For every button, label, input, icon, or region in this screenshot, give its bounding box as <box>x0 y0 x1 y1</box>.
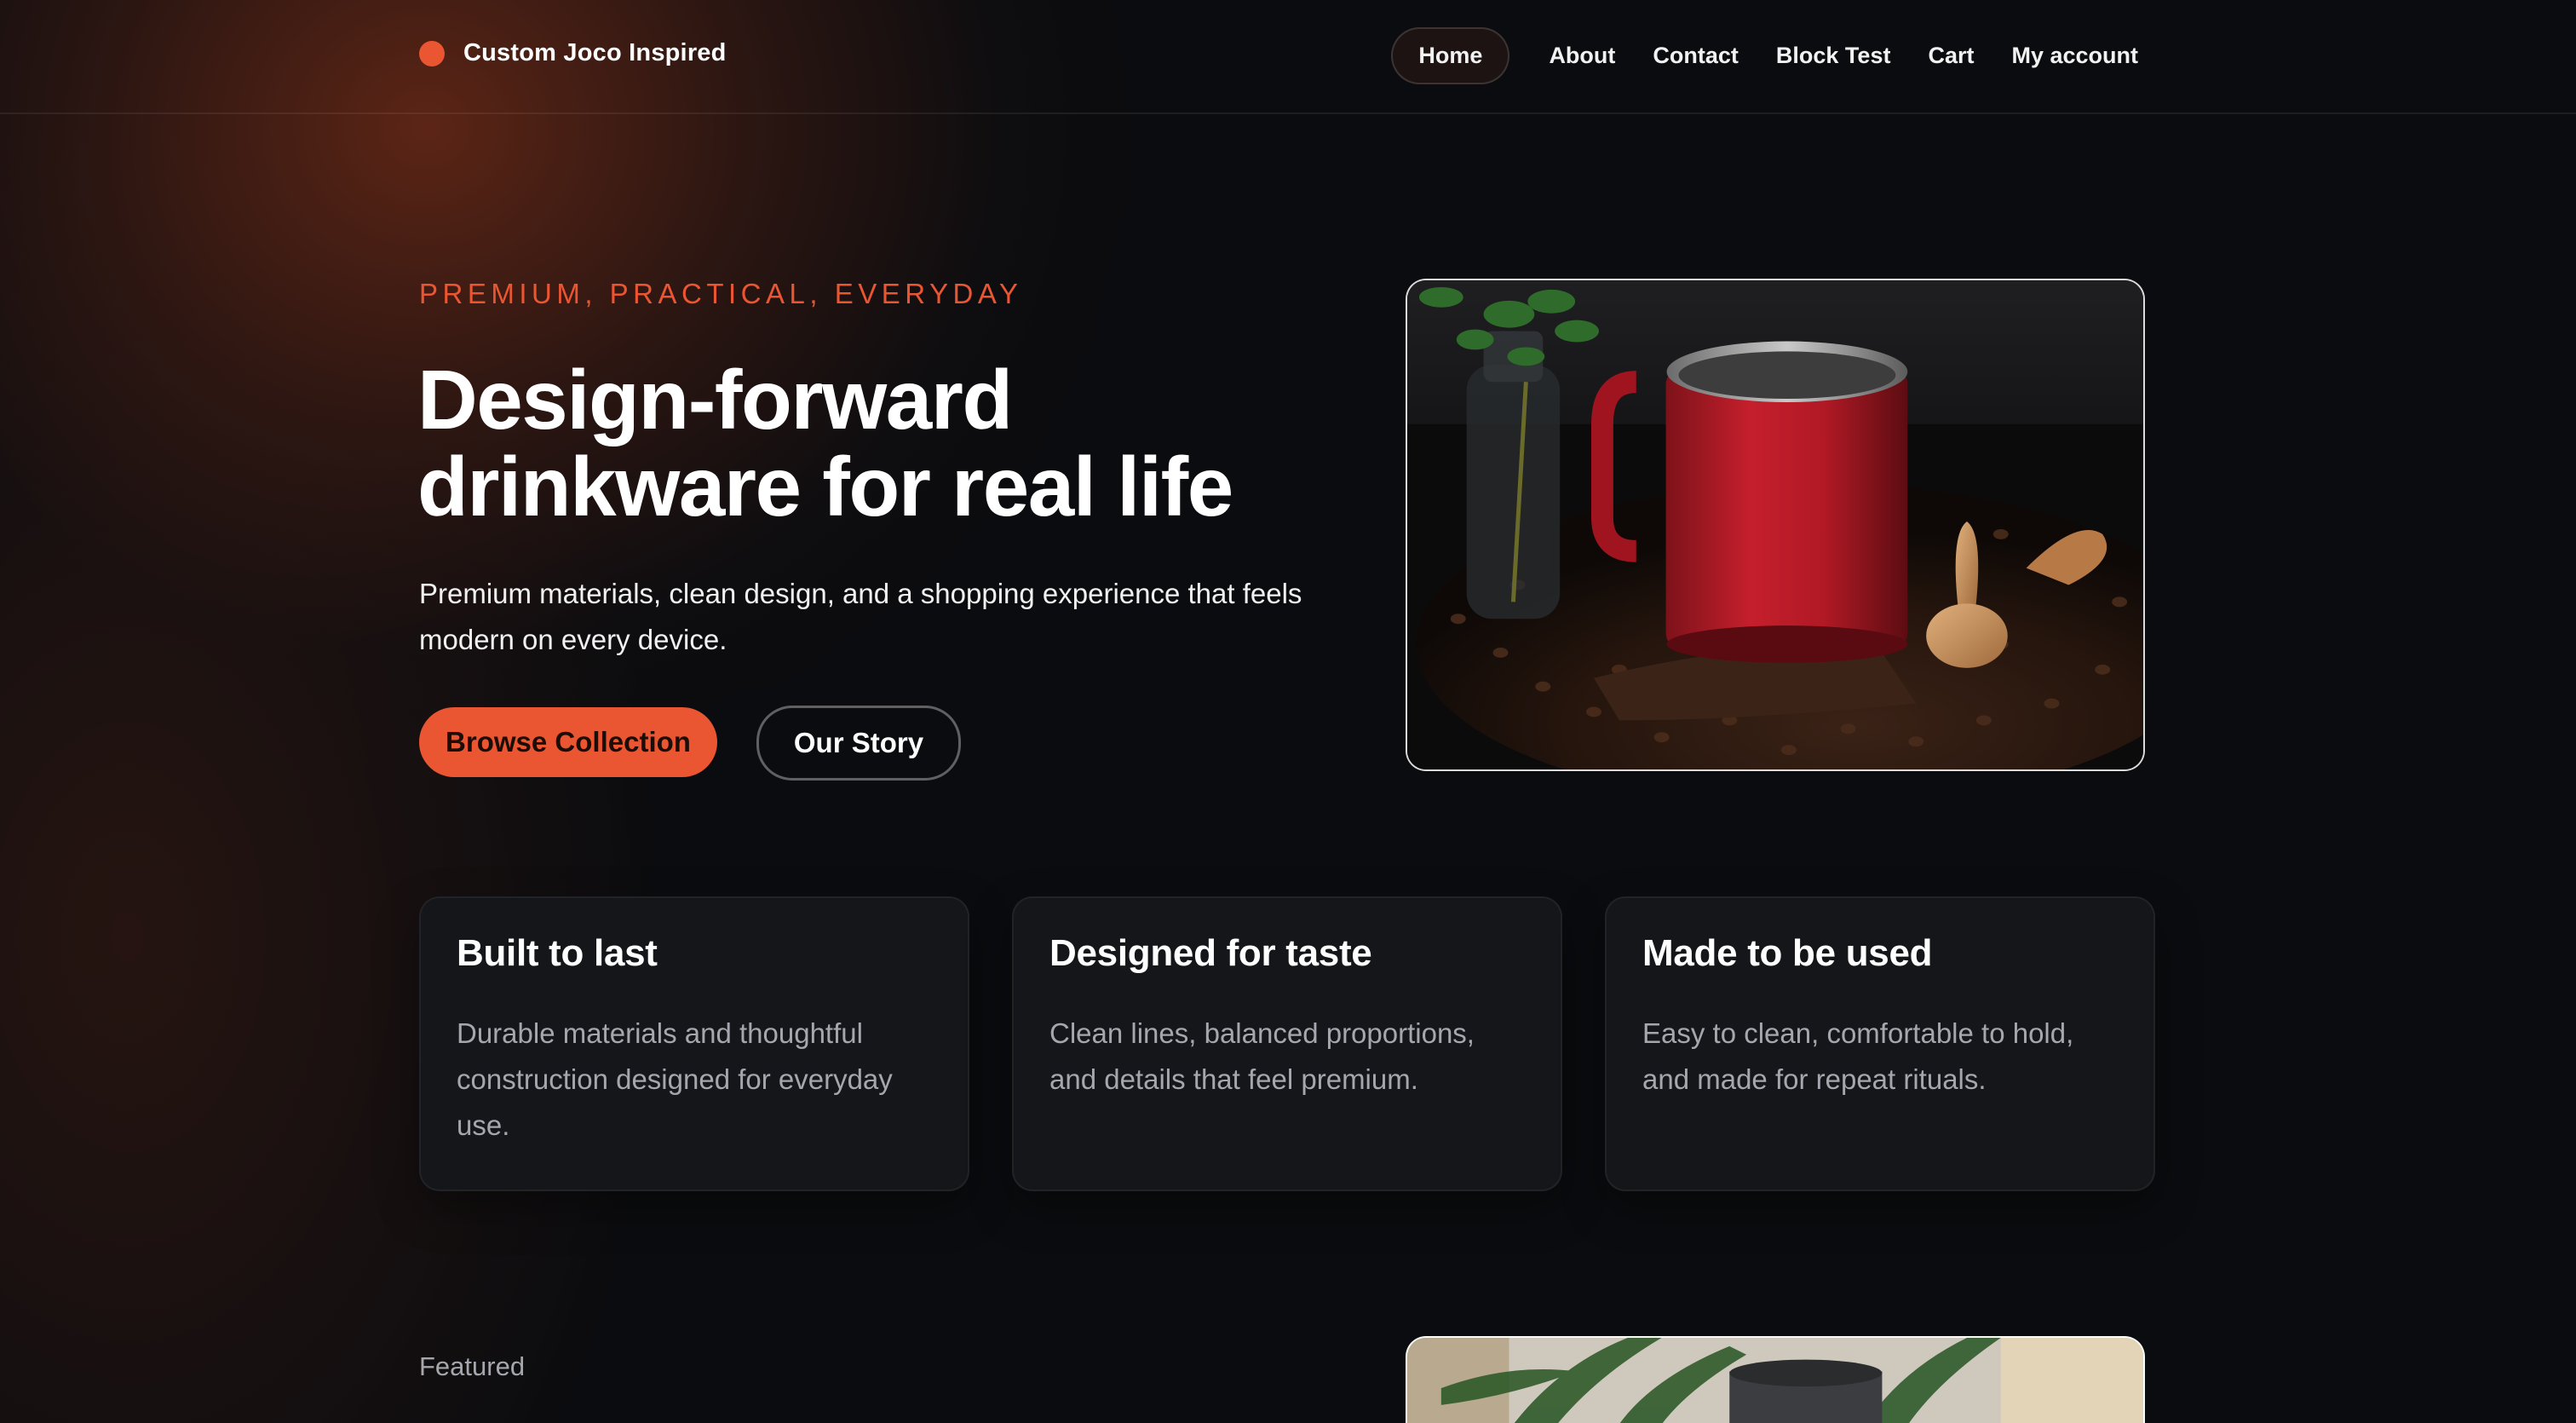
hero-eyebrow: PREMIUM, PRACTICAL, EVERYDAY <box>419 278 1023 309</box>
hero-product-image <box>1406 279 2145 771</box>
site-header: Custom Joco Inspired Home About Contact … <box>0 0 2576 114</box>
brand-logo[interactable]: Custom Joco Inspired <box>419 39 727 67</box>
featured-product-image <box>1406 1336 2145 1423</box>
feature-card-text: Clean lines, balanced proportions, and d… <box>1049 1017 1475 1095</box>
hero-title-line-1: Design-forward <box>417 353 1013 446</box>
browse-collection-button[interactable]: Browse Collection <box>419 707 717 777</box>
brand-name: Custom Joco Inspired <box>463 39 727 66</box>
feature-card-title: Designed for taste <box>1049 932 1372 974</box>
mug-photo-illustration <box>1407 280 2143 769</box>
feature-card: Designed for taste Clean lines, balanced… <box>1012 896 1562 1191</box>
feature-card-title: Built to last <box>457 932 658 974</box>
feature-card-text: Durable materials and thoughtful constru… <box>457 1017 893 1141</box>
hero-title-line-2: drinkware for real life <box>417 440 1233 533</box>
tumbler-photo-illustration <box>1407 1338 2143 1423</box>
feature-card-title: Made to be used <box>1642 932 1933 974</box>
feature-card: Built to last Durable materials and thou… <box>419 896 969 1191</box>
nav-item-about[interactable]: About <box>1530 27 1634 84</box>
feature-card-text: Easy to clean, comfortable to hold, and … <box>1642 1017 2074 1095</box>
feature-card: Made to be used Easy to clean, comfortab… <box>1605 896 2155 1191</box>
nav-item-cart[interactable]: Cart <box>1909 27 1992 84</box>
hero-title: Design-forward drinkware for real life <box>417 356 1269 530</box>
brand-dot-icon <box>419 40 445 66</box>
main-nav: Home About Contact Block Test Cart My ac… <box>1391 27 2157 84</box>
nav-item-home[interactable]: Home <box>1391 27 1510 84</box>
featured-label: Featured <box>419 1351 526 1381</box>
nav-item-block-test[interactable]: Block Test <box>1757 27 1910 84</box>
nav-item-contact[interactable]: Contact <box>1634 27 1757 84</box>
nav-item-my-account[interactable]: My account <box>1992 27 2157 84</box>
our-story-button[interactable]: Our Story <box>756 706 961 781</box>
hero-subtitle: Premium materials, clean design, and a s… <box>419 578 1302 655</box>
